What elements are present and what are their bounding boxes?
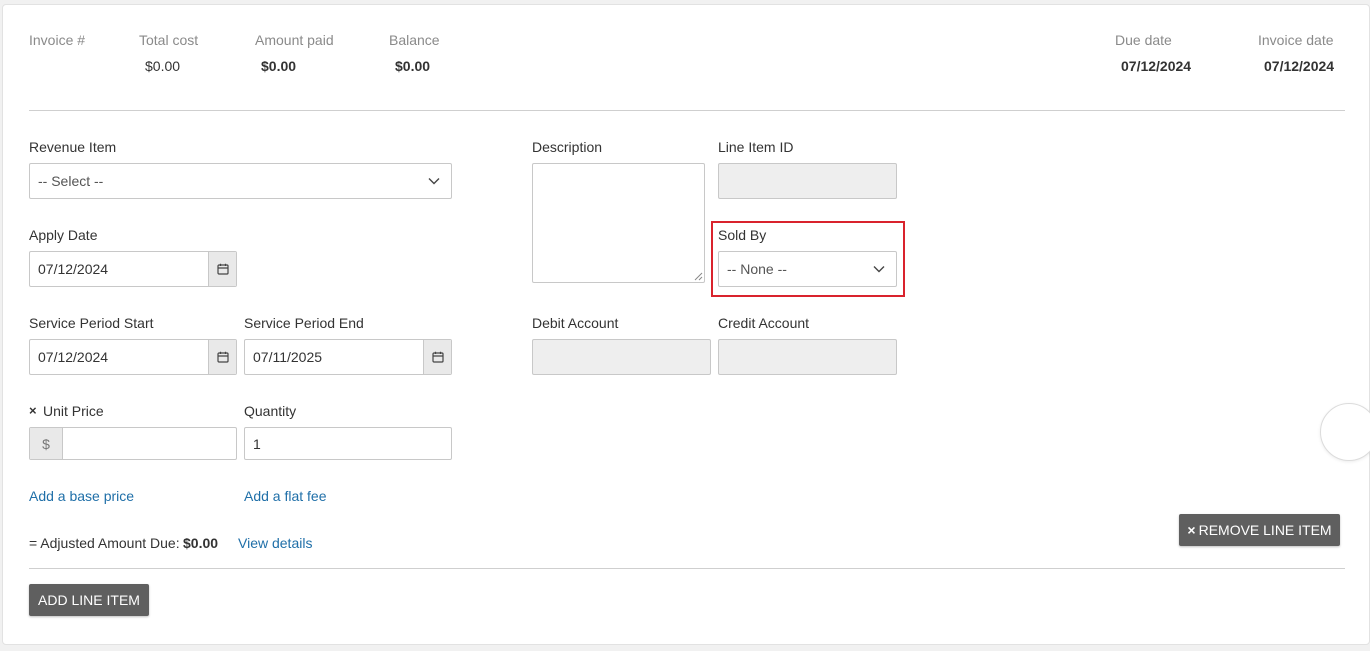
due-date-label: Due date	[1115, 32, 1172, 48]
service-period-end-label: Service Period End	[244, 315, 364, 331]
add-line-item-label: ADD LINE ITEM	[38, 592, 140, 608]
unit-price-input[interactable]: $	[29, 427, 237, 460]
adjusted-amount-label: = Adjusted Amount Due:	[29, 535, 180, 551]
invoice-number-label: Invoice #	[29, 32, 86, 48]
amount-paid-value: $0.00	[261, 58, 297, 74]
apply-date-label: Apply Date	[29, 227, 98, 243]
service-period-end-calendar-button[interactable]	[423, 340, 451, 374]
chevron-down-icon	[428, 178, 440, 185]
credit-account-field	[718, 339, 897, 375]
sold-by-selected-value: -- None --	[727, 261, 787, 277]
description-label: Description	[532, 139, 603, 155]
service-period-start-calendar-button[interactable]	[208, 340, 236, 374]
revenue-item-selected-value: -- Select --	[38, 173, 104, 189]
invoice-date-label: Invoice date	[1258, 32, 1334, 48]
calendar-icon	[431, 351, 444, 363]
header-divider	[29, 110, 1345, 111]
service-period-end-input[interactable]: 07/11/2025	[244, 339, 452, 375]
currency-prefix: $	[30, 428, 63, 459]
apply-date-calendar-button[interactable]	[208, 252, 236, 286]
floating-action-button[interactable]	[1320, 403, 1370, 461]
service-period-start-value: 07/12/2024	[38, 349, 109, 365]
balance-value: $0.00	[395, 58, 431, 74]
close-icon: ×	[1187, 522, 1196, 538]
apply-date-input[interactable]: 07/12/2024	[29, 251, 237, 287]
remove-line-item-label: REMOVE LINE ITEM	[1198, 522, 1332, 538]
apply-date-value: 07/12/2024	[38, 261, 109, 277]
calendar-icon	[216, 263, 229, 275]
add-base-price-link[interactable]: Add a base price	[29, 488, 134, 504]
revenue-item-select[interactable]: -- Select --	[29, 163, 452, 199]
service-period-start-label: Service Period Start	[29, 315, 154, 331]
line-item-id-label: Line Item ID	[718, 139, 794, 155]
total-cost-label: Total cost	[139, 32, 199, 48]
line-item-id-field	[718, 163, 897, 199]
quantity-value: 1	[253, 435, 261, 452]
footer-divider	[29, 568, 1345, 569]
due-date-value: 07/12/2024	[1121, 58, 1192, 74]
quantity-label: Quantity	[244, 403, 297, 419]
remove-line-item-button[interactable]: × REMOVE LINE ITEM	[1179, 514, 1340, 546]
add-line-item-button[interactable]: ADD LINE ITEM	[29, 584, 149, 616]
calendar-icon	[216, 351, 229, 363]
resize-handle-icon[interactable]	[694, 272, 703, 281]
balance-label: Balance	[389, 32, 440, 48]
sold-by-label: Sold By	[718, 227, 767, 243]
sold-by-select[interactable]: -- None --	[718, 251, 897, 287]
invoice-date-value: 07/12/2024	[1264, 58, 1335, 74]
total-cost-value: $0.00	[145, 58, 181, 74]
credit-account-label: Credit Account	[718, 315, 810, 331]
amount-paid-label: Amount paid	[255, 32, 334, 48]
quantity-input[interactable]: 1	[244, 427, 452, 460]
required-x-icon: ×	[29, 403, 37, 418]
debit-account-field	[532, 339, 711, 375]
chevron-down-icon	[873, 266, 885, 273]
service-period-end-value: 07/11/2025	[253, 349, 323, 365]
service-period-start-input[interactable]: 07/12/2024	[29, 339, 237, 375]
description-textarea[interactable]	[532, 163, 705, 283]
view-details-link[interactable]: View details	[238, 535, 312, 551]
debit-account-label: Debit Account	[532, 315, 619, 331]
add-flat-fee-link[interactable]: Add a flat fee	[244, 488, 327, 504]
revenue-item-label: Revenue Item	[29, 139, 117, 155]
adjusted-amount-value: $0.00	[183, 535, 219, 551]
unit-price-label: Unit Price	[43, 403, 104, 419]
